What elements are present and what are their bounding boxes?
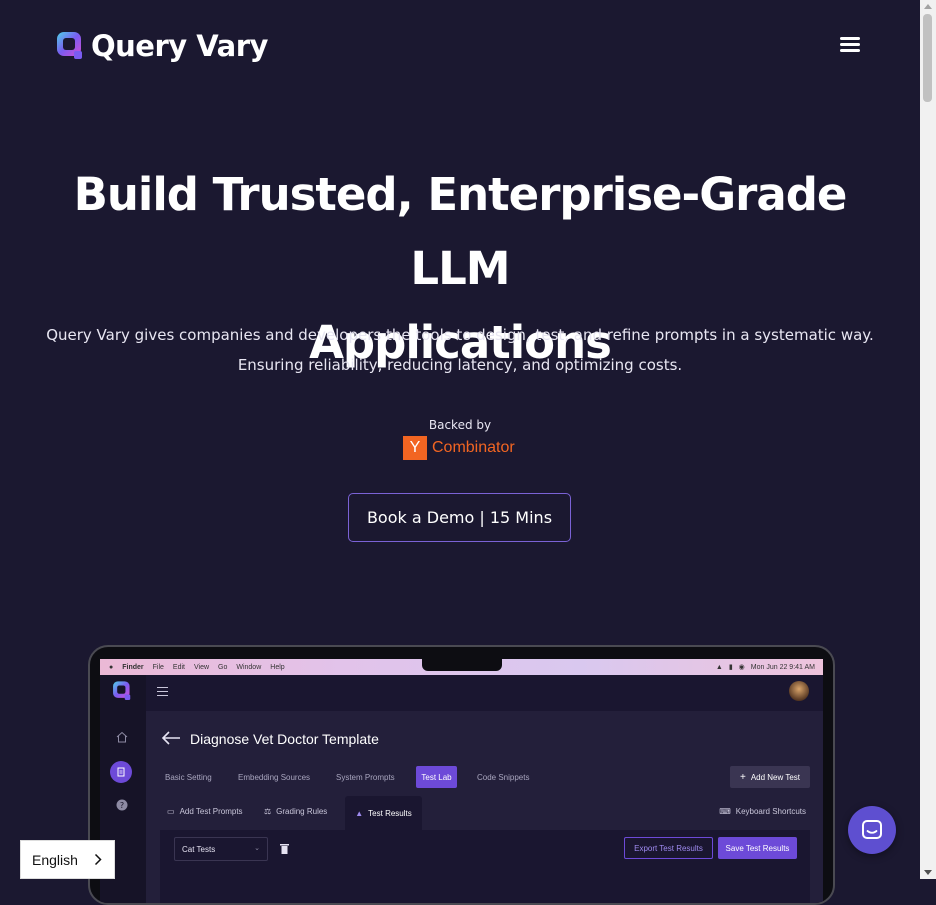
subtab-test-results[interactable]: ▲ Test Results (345, 796, 422, 830)
mac-menu-finder: Finder (122, 663, 144, 671)
mac-menu-go: Go (218, 663, 228, 671)
test-results-panel: Cat Tests ⌄ Export Test Results Save Tes… (160, 830, 810, 903)
mac-clock: Mon Jun 22 9:41 AM (750, 663, 815, 671)
language-selector[interactable]: English (20, 840, 115, 879)
backed-by-label: Backed by (428, 418, 492, 432)
flask-icon: ▲ (355, 808, 364, 818)
scroll-up-arrow-icon[interactable] (924, 4, 932, 9)
battery-icon: ▮ (728, 664, 733, 671)
tab-code-snippets[interactable]: Code Snippets (477, 773, 529, 782)
hero-subtitle: Query Vary gives companies and developer… (30, 320, 890, 380)
back-arrow-icon[interactable] (161, 731, 181, 745)
help-icon[interactable]: ? (116, 799, 128, 811)
scale-icon: ⚖ (264, 807, 272, 816)
add-new-test-label: Add New Test (750, 772, 801, 782)
subtab-add-test-prompts-label: Add Test Prompts (179, 807, 243, 816)
y-combinator-logo: Y Combinator (403, 436, 515, 460)
add-new-test-button[interactable]: + Add New Test (730, 766, 810, 788)
apple-icon: ● (109, 663, 114, 671)
yc-letter-box: Y (403, 436, 427, 460)
hamburger-menu-icon[interactable] (840, 37, 860, 55)
subtab-test-results-label: Test Results (368, 808, 412, 818)
subtabs-bar: ▭ Add Test Prompts ⚖ Grading Rules ▲ Tes… (160, 796, 810, 830)
test-set-select[interactable]: Cat Tests ⌄ (174, 837, 268, 861)
scroll-down-arrow-icon[interactable] (924, 870, 932, 875)
svg-text:?: ? (120, 801, 124, 810)
wifi-icon: ▲ (715, 663, 723, 671)
laptop-notch (422, 657, 502, 671)
save-test-results-button[interactable]: Save Test Results (718, 837, 797, 859)
chevron-right-icon (94, 853, 102, 866)
home-icon[interactable] (116, 731, 128, 743)
mac-menu-view: View (193, 663, 210, 671)
mac-menu-file: File (152, 663, 164, 671)
tab-test-lab[interactable]: Test Lab (416, 766, 457, 788)
hero-subtitle-line1: Query Vary gives companies and developer… (46, 326, 874, 344)
plus-icon: + (739, 771, 746, 783)
keyboard-icon: ⌨ (719, 807, 731, 816)
trash-icon[interactable] (280, 843, 289, 854)
book-demo-button[interactable]: Book a Demo | 15 Mins (348, 493, 571, 542)
tab-system-prompts[interactable]: System Prompts (336, 773, 395, 782)
mac-menu-help: Help (270, 663, 285, 671)
user-avatar[interactable] (789, 681, 809, 701)
yc-name: Combinator (432, 439, 515, 456)
site-header: Query Vary (0, 0, 920, 92)
sidebar-toggle-icon[interactable] (157, 687, 168, 696)
app-main: Diagnose Vet Doctor Template Basic Setti… (146, 711, 823, 903)
prompts-nav-button[interactable] (110, 761, 132, 783)
subtab-grading-rules-label: Grading Rules (276, 807, 328, 816)
keyboard-shortcuts-label: Keyboard Shortcuts (735, 807, 806, 816)
test-set-select-value: Cat Tests (182, 844, 216, 854)
control-center-icon: ◉ (738, 664, 745, 671)
scroll-thumb[interactable] (923, 14, 932, 102)
query-vary-logo-icon (57, 32, 82, 59)
export-test-results-button[interactable]: Export Test Results (624, 837, 713, 859)
app-logo-icon (113, 681, 131, 700)
hero-subtitle-line2: Ensuring reliability, reducing latency, … (237, 356, 683, 374)
subtab-grading-rules[interactable]: ⚖ Grading Rules (264, 807, 327, 816)
laptop-preview: ● Finder File Edit View Go Window Help ▲… (88, 645, 835, 905)
brand-logo[interactable]: Query Vary (54, 29, 268, 63)
keyboard-shortcuts-link[interactable]: ⌨ Keyboard Shortcuts (719, 807, 806, 816)
page-scrollbar[interactable] (920, 0, 936, 879)
app-page-title: Diagnose Vet Doctor Template (190, 731, 379, 747)
chat-icon (862, 820, 882, 839)
chevron-down-icon: ⌄ (254, 845, 260, 852)
subtab-add-test-prompts[interactable]: ▭ Add Test Prompts (167, 807, 243, 816)
app-header (146, 675, 823, 711)
app-screen: ? Diagnose Vet Doctor Template Basic Set… (100, 675, 823, 903)
brand-name: Query Vary (91, 29, 268, 63)
tab-embedding-sources[interactable]: Embedding Sources (238, 773, 310, 782)
mac-menu-window: Window (236, 663, 262, 671)
tab-basic-setting[interactable]: Basic Setting (165, 773, 212, 782)
chat-launcher-button[interactable] (848, 806, 896, 854)
hero-title-line1: Build Trusted, Enterprise-Grade LLM (73, 168, 848, 295)
language-current: English (32, 851, 78, 868)
mac-menu-edit: Edit (172, 663, 185, 671)
chat-bubble-icon: ▭ (167, 807, 175, 816)
document-icon (117, 767, 125, 777)
